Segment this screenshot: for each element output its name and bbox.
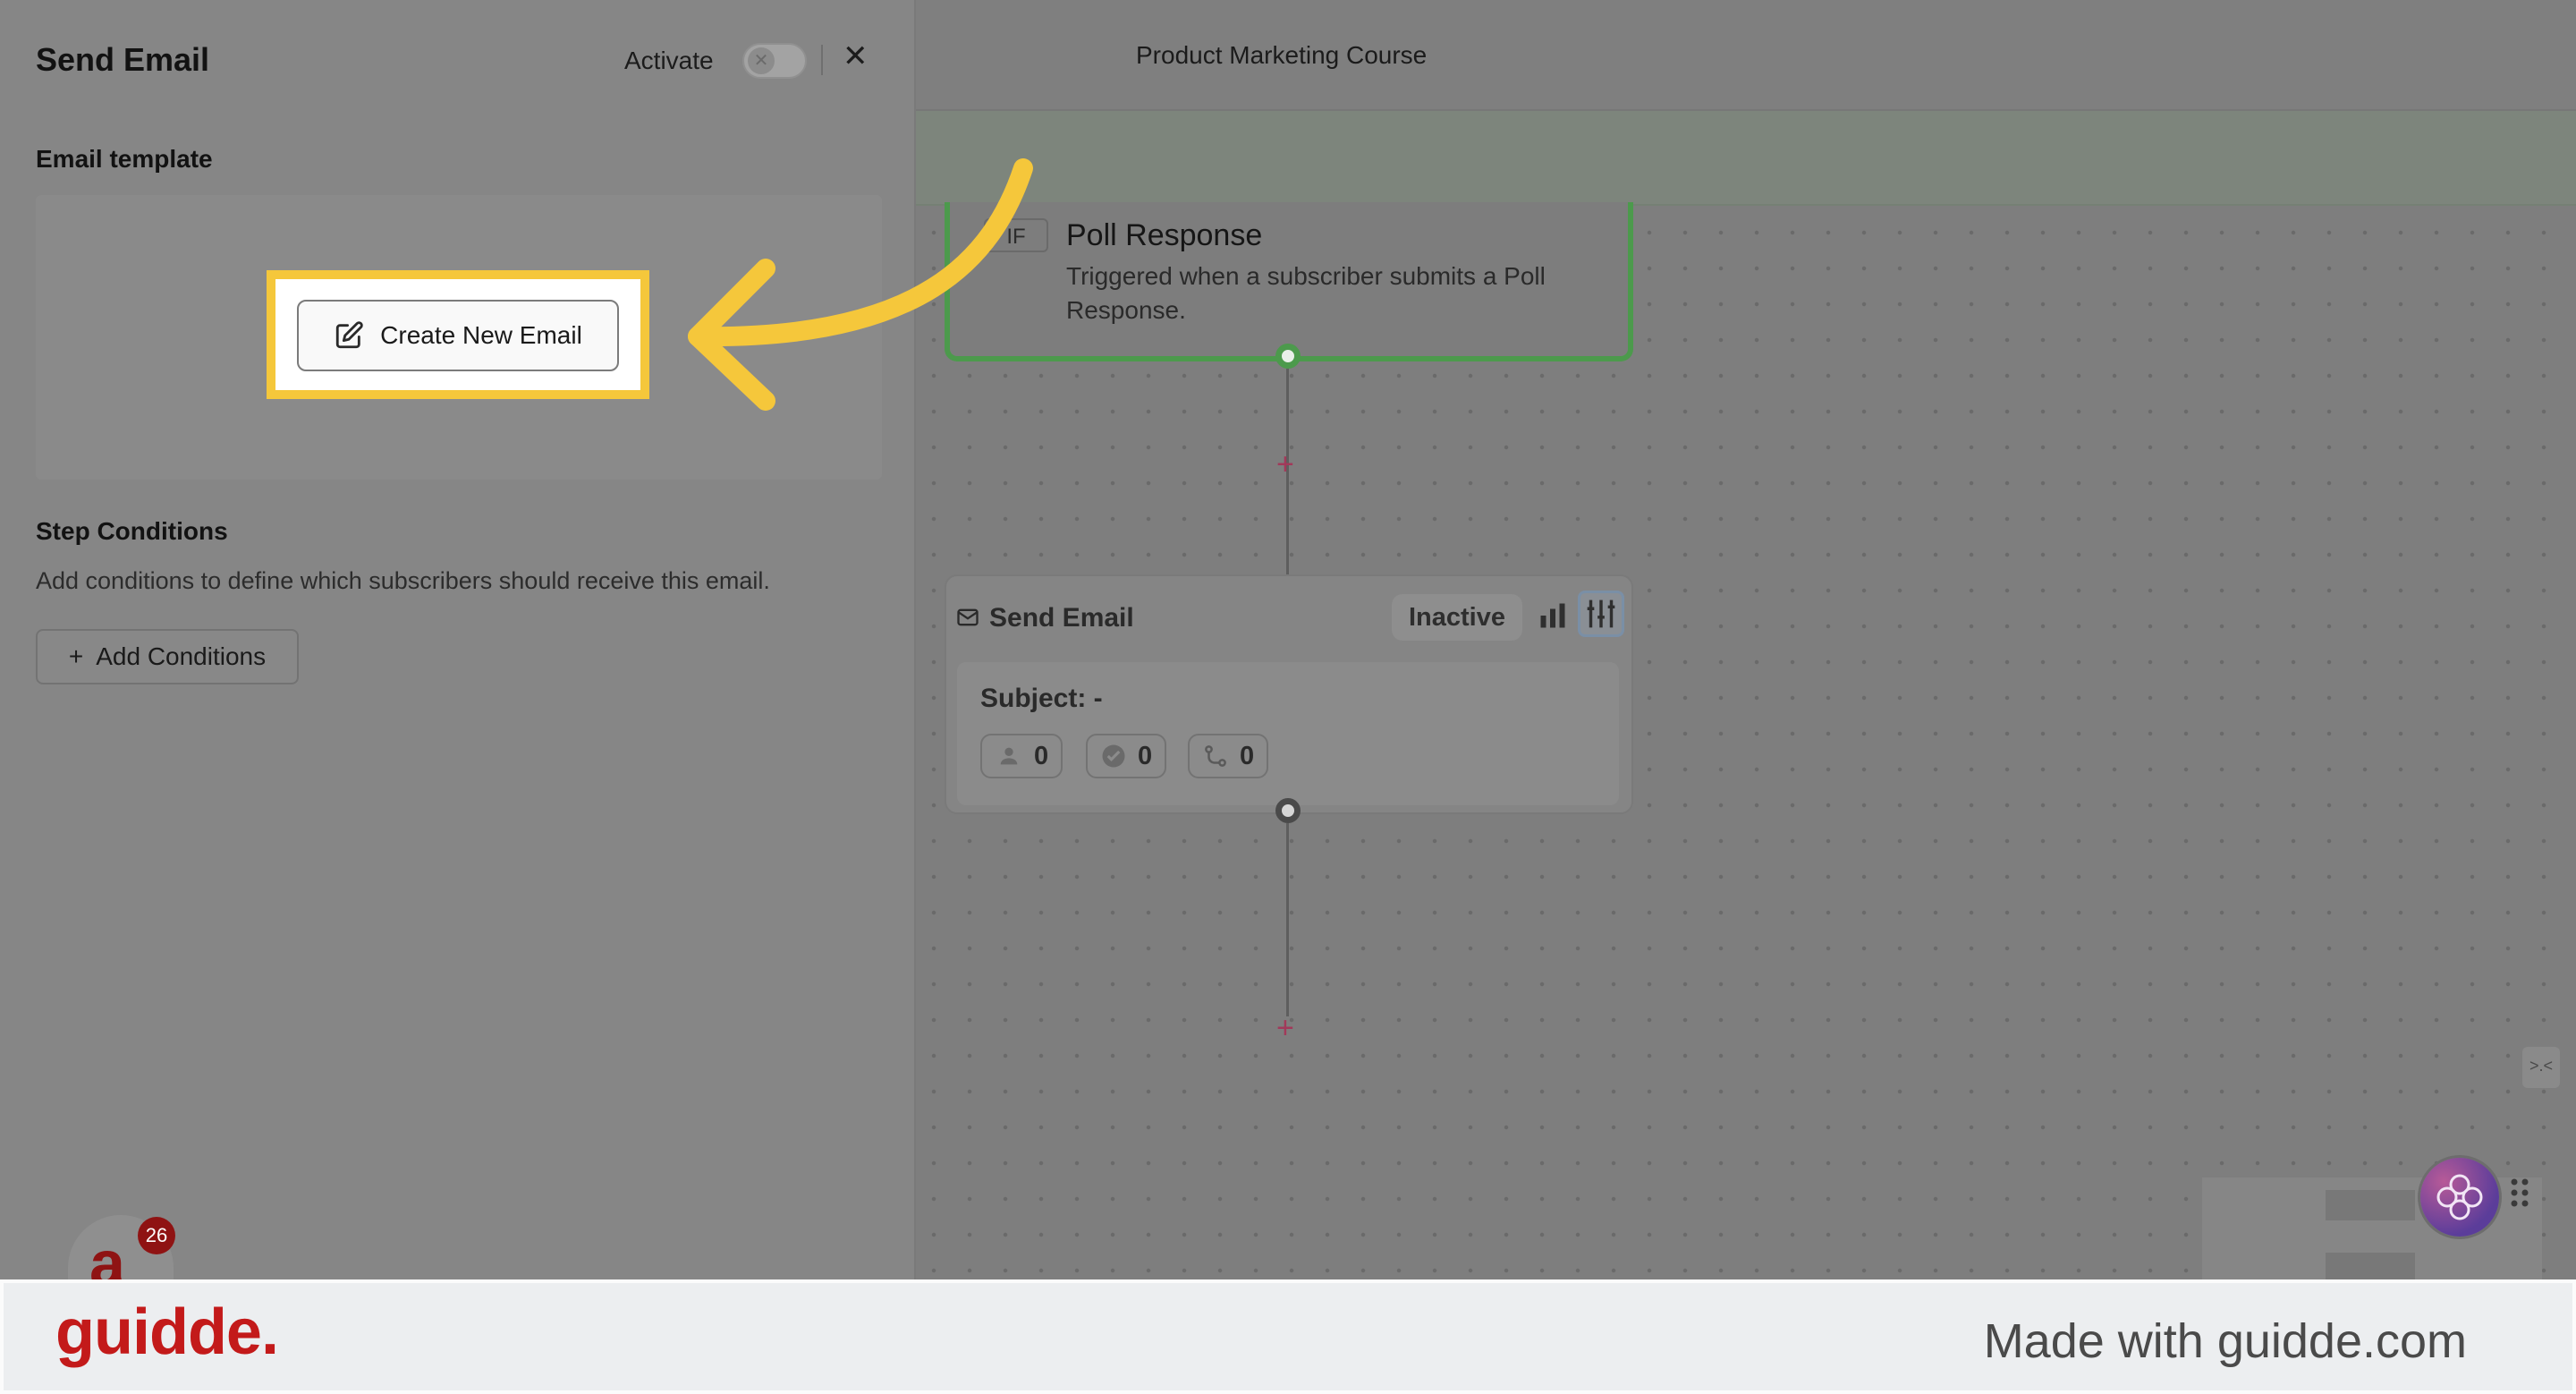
email-template-label: Email template <box>36 145 213 173</box>
mail-icon <box>957 608 979 626</box>
drag-handle-icon[interactable] <box>2510 1177 2529 1208</box>
delivered-count: 0 <box>1138 741 1153 770</box>
close-icon[interactable]: ✕ <box>843 41 869 72</box>
add-conditions-label: Add Conditions <box>96 642 267 670</box>
send-email-step-title: Send Email <box>989 603 1134 633</box>
activate-label: Activate <box>624 47 714 74</box>
notification-badge: 26 <box>138 1217 175 1254</box>
users-icon <box>1000 747 1018 765</box>
collapse-icon[interactable]: >.< <box>2522 1047 2560 1088</box>
guidde-logo: guidde. <box>55 1296 279 1368</box>
add-step-button[interactable]: + <box>1276 449 1294 480</box>
stats-icon[interactable] <box>1537 599 1569 632</box>
trigger-title: Poll Response <box>1066 218 1263 252</box>
trigger-strip <box>916 111 2576 206</box>
branch-stat: 0 <box>1188 734 1269 778</box>
connector-line-2 <box>1286 823 1289 1016</box>
panel-title: Send Email <box>36 41 210 78</box>
edit-icon <box>336 321 363 349</box>
activate-toggle[interactable]: ✕ <box>742 43 807 79</box>
add-step-button-2[interactable]: + <box>1276 1013 1294 1043</box>
plus-icon: + <box>68 642 84 670</box>
brain-icon <box>2436 1174 2483 1220</box>
toggle-off-icon: ✕ <box>748 47 775 74</box>
check-circle-icon <box>1102 744 1125 768</box>
settings-sliders-icon[interactable] <box>1578 591 1624 637</box>
callout-arrow-icon <box>688 158 1033 411</box>
branch-count: 0 <box>1240 741 1255 770</box>
email-subject: Subject: - <box>980 684 1103 713</box>
email-output-node[interactable] <box>1275 798 1301 823</box>
create-new-email-label: Create New Email <box>380 321 582 349</box>
add-conditions-button[interactable]: + Add Conditions <box>36 629 299 684</box>
made-with-text: Made with guidde.com <box>1983 1314 2467 1368</box>
recipients-count: 0 <box>1034 741 1049 770</box>
recipients-stat: 0 <box>980 734 1063 778</box>
ai-assistant-button[interactable] <box>2420 1158 2499 1237</box>
status-badge: Inactive <box>1392 594 1522 641</box>
branch-icon <box>1205 745 1226 767</box>
header-divider <box>821 45 823 75</box>
trigger-description: Triggered when a subscriber submits a Po… <box>1066 262 1546 324</box>
panel-block-top <box>2326 1190 2415 1220</box>
trigger-output-node[interactable] <box>1275 344 1301 369</box>
panel-block-bottom <box>2326 1253 2415 1279</box>
delivered-stat: 0 <box>1086 734 1167 778</box>
step-conditions-label: Step Conditions <box>36 517 228 545</box>
step-conditions-description: Add conditions to define which subscribe… <box>36 567 770 594</box>
course-title: Product Marketing Course <box>1136 41 1428 69</box>
create-new-email-button[interactable]: Create New Email <box>297 300 619 371</box>
